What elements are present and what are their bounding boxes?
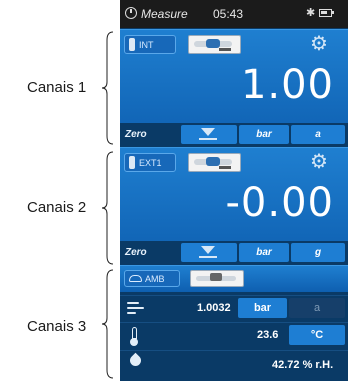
sensor-label: EXT1 — [139, 158, 162, 168]
gear-icon[interactable]: ⚙ — [310, 152, 328, 172]
zero-button[interactable] — [181, 243, 237, 262]
channel-3-panel[interactable]: AMB 1.0032 bar a 23.6 °C 42.72 % r.H. — [120, 265, 348, 381]
channel-2-panel[interactable]: EXT1 ⚙ -0.00 Zero bar g — [120, 147, 348, 265]
battery-icon — [319, 9, 334, 17]
sensor-chip-amb[interactable]: AMB — [124, 270, 180, 287]
label-canais-1: Canais 1 — [27, 79, 87, 96]
channel-2-value: -0.00 — [225, 180, 334, 226]
clock-icon — [125, 7, 137, 19]
sensor-label: AMB — [145, 274, 165, 284]
cloud-icon — [129, 275, 142, 282]
pressure-mode-button[interactable]: a — [291, 125, 345, 144]
tare-arrow-icon — [201, 128, 215, 136]
temperature-value: 23.6 — [257, 329, 279, 341]
brace-channel-2 — [101, 151, 114, 265]
mode-title: Measure — [141, 7, 188, 21]
pressure-mode-button[interactable]: a — [289, 298, 345, 318]
device-image — [188, 153, 241, 172]
thermometer-icon — [130, 327, 138, 346]
sensor-chip-int[interactable]: INT — [124, 35, 176, 54]
status-bar: Measure 05:43 ✱ — [120, 0, 348, 28]
zero-label: Zero — [125, 129, 147, 140]
water-drop-icon — [127, 352, 144, 369]
channel-2-toolbar: Zero bar g — [120, 241, 348, 265]
channel-3-header: AMB — [120, 265, 348, 292]
brace-channel-1 — [101, 31, 114, 145]
temperature-row: 23.6 °C — [120, 322, 348, 348]
pressure-mode-button[interactable]: g — [291, 243, 345, 262]
device-image — [188, 35, 241, 54]
channel-1-toolbar: Zero bar a — [120, 123, 348, 147]
wind-pressure-icon — [127, 301, 145, 315]
unit-button[interactable]: bar — [239, 243, 289, 262]
sensor-icon — [129, 38, 135, 51]
pressure-value: 1.0032 — [197, 302, 231, 314]
pressure-row: 1.0032 bar a — [120, 295, 348, 321]
gear-icon[interactable]: ⚙ — [310, 34, 328, 54]
device-image — [190, 270, 244, 287]
label-canais-2: Canais 2 — [27, 199, 87, 216]
channel-1-value: 1.00 — [240, 62, 334, 108]
unit-button[interactable]: bar — [239, 125, 289, 144]
device-screen: Measure 05:43 ✱ INT ⚙ 1.00 Zero bar a EX… — [120, 0, 348, 381]
status-time: 05:43 — [213, 7, 244, 21]
tare-arrow-icon — [201, 246, 215, 254]
zero-label: Zero — [125, 247, 147, 258]
humidity-value: 42.72 % r.H. — [272, 359, 334, 371]
channel-1-panel[interactable]: INT ⚙ 1.00 Zero bar a — [120, 29, 348, 147]
brace-channel-3 — [101, 269, 114, 379]
sensor-chip-ext1[interactable]: EXT1 — [124, 153, 176, 172]
temperature-unit-button[interactable]: °C — [289, 325, 345, 345]
bluetooth-icon: ✱ — [306, 7, 316, 19]
zero-button[interactable] — [181, 125, 237, 144]
label-canais-3: Canais 3 — [27, 318, 87, 335]
humidity-row: 42.72 % r.H. — [120, 350, 348, 381]
sensor-label: INT — [139, 40, 154, 50]
pressure-unit-button[interactable]: bar — [238, 298, 287, 318]
sensor-icon — [129, 156, 135, 169]
